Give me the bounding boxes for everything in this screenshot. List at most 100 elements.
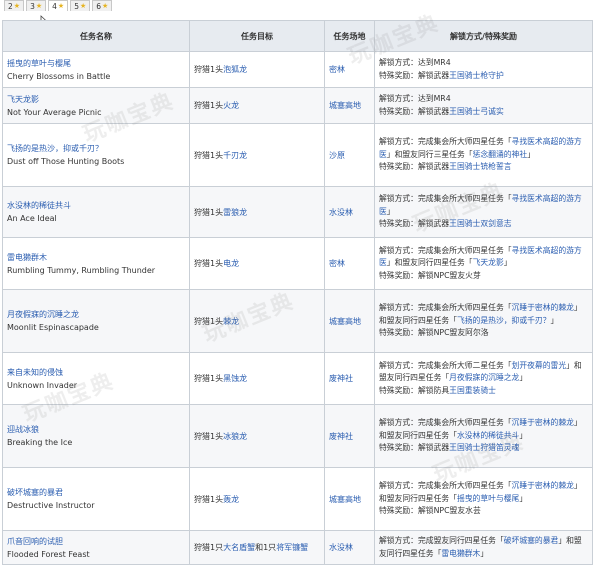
tab-4-star[interactable]: 4 ★ [48, 0, 69, 11]
star-icon: ★ [79, 1, 87, 10]
tab-label: 5 [74, 1, 79, 11]
quest-location-cell: 废神社 [324, 404, 375, 468]
quest-name-cell: 雷电獭群木 Rumbling Tummy, Rumbling Thunder [2, 237, 190, 290]
reward-link[interactable]: 王国骑士弓诚实 [449, 107, 504, 116]
unlock-reward-cell: 解锁方式：完成集会所大师四星任务「沉睡于密林的棘龙」和盟友同行四星任务「飞扬的是… [374, 289, 593, 353]
table-row: 迎战冰狼 Breaking the Ice 狩猎1头冰狼龙 废神社 解锁方式：完成集会所… [2, 404, 593, 468]
location-link[interactable]: 密林 [329, 259, 345, 268]
reward-link[interactable]: 月夜假寐的沉睡之龙 [449, 373, 519, 382]
quest-name-cn-link[interactable]: 飞天龙影 [7, 93, 185, 106]
target-text: 狩猎1头 [194, 207, 224, 217]
reward-link[interactable]: 王国骑士铳枪誓言 [449, 162, 511, 171]
quest-name-cn-link[interactable]: 破坏城塞的暴君 [7, 486, 185, 499]
monster-link[interactable]: 千刃龙 [223, 151, 247, 160]
reward-line: 解锁方式：达到MR4 [379, 57, 588, 70]
monster-link[interactable]: 泡狐龙 [223, 65, 247, 74]
reward-text: 」 [550, 315, 559, 325]
reward-line: 特殊奖励：解锁防具王国重装骑士 [379, 385, 588, 398]
reward-text: 解锁方式：达到MR4 [379, 94, 451, 103]
monster-link[interactable]: 冰狼龙 [223, 432, 247, 441]
quest-name-cn-link[interactable]: 飞扬的是热沙，抑或千刃？ [7, 142, 185, 155]
location-link[interactable]: 废神社 [329, 374, 353, 383]
tab-2-star[interactable]: 2 ★ [4, 0, 25, 11]
monster-link[interactable]: 大名盾蟹 [223, 543, 255, 552]
quest-location-cell: 沙原 [324, 123, 375, 187]
target-text: 狩猎1头 [194, 259, 224, 268]
reward-link[interactable]: 水没林的稀徒共斗 [457, 431, 519, 440]
reward-text: 特殊奖励：解锁武器 [379, 106, 450, 116]
header-quest-target: 任务目标 [189, 20, 325, 52]
reward-link[interactable]: 惩念翻涌的神社 [473, 150, 528, 159]
monster-link[interactable]: 雷狼龙 [223, 208, 247, 217]
reward-text: 」 [480, 548, 489, 558]
reward-line: 特殊奖励：解锁武器王国骑士狩猎笛灵魂 [379, 442, 588, 455]
reward-text: 解锁方式：完成集会所大师二星任务「 [379, 360, 512, 370]
unlock-reward-cell: 解锁方式：完成集会所大师二星任务「划开夜幕的雷光」和盟友同行四星任务「月夜假寐的… [374, 352, 593, 405]
monster-link[interactable]: 电龙 [223, 259, 239, 268]
target-text: 狩猎1头 [194, 431, 224, 441]
quest-name-cell: 来自未知的侵蚀 Unknown Invader [2, 352, 190, 405]
reward-text: 解锁方式：完成盟友同行四星任务「 [379, 536, 504, 545]
reward-link[interactable]: 雷电獭群木 [441, 549, 480, 558]
quest-name-cn-link[interactable]: 雷电獭群木 [7, 251, 185, 264]
reward-text: 」和盟友同行四星任务「 [386, 258, 473, 268]
location-link[interactable]: 沙原 [329, 151, 345, 160]
unlock-reward-cell: 解锁方式：完成集会所大师四星任务「寻找医术高超的游方医」和盟友同行四星任务「飞天… [374, 237, 593, 290]
tab-6-star[interactable]: 6 ★ [92, 0, 113, 11]
location-link[interactable]: 水没林 [329, 208, 353, 217]
reward-link[interactable]: 破坏城塞的暴君 [504, 536, 559, 545]
target-text: 狩猎1只 [194, 543, 224, 552]
target-text: 狩猎1头 [194, 374, 224, 383]
reward-link[interactable]: 沉睡于密林的棘龙 [512, 481, 574, 490]
reward-link[interactable]: 飞扬的是热沙，抑或千刃？ [457, 316, 551, 325]
quest-name-cn-link[interactable]: 月夜假寐的沉睡之龙 [7, 308, 185, 321]
unlock-reward-cell: 解锁方式：完成集会所大师四星任务「寻找医术高超的游方医」 特殊奖励：解锁武器王国骑… [374, 186, 593, 238]
reward-link[interactable]: 王国骑士双剑意志 [449, 219, 511, 228]
monster-link[interactable]: 火龙 [223, 101, 239, 110]
monster-link[interactable]: 将军镰蟹 [276, 543, 308, 552]
location-link[interactable]: 废神社 [329, 432, 353, 441]
reward-link[interactable]: 王国骑士枪守护 [449, 71, 504, 80]
reward-text: 解锁方式：完成集会所大师四星任务「 [379, 418, 512, 428]
quest-target-cell: 狩猎1头冰狼龙 [189, 404, 325, 468]
unlock-reward-cell: 解锁方式：完成集会所大师四星任务「沉睡于密林的棘龙」和盟友同行四星任务「水没林的… [374, 404, 593, 468]
reward-link[interactable]: 王国骑士狩猎笛灵魂 [449, 443, 519, 452]
monster-link[interactable]: 轰龙 [223, 495, 239, 504]
quest-location-cell: 废神社 [324, 352, 375, 405]
location-link[interactable]: 城塞高地 [329, 101, 361, 110]
reward-line: 特殊奖励：解锁NPC盟友火芽 [379, 270, 588, 283]
reward-text: 解锁方式：完成集会所大师四星任务「 [379, 245, 512, 255]
header-unlock-reward: 解锁方式/特殊奖励 [374, 20, 593, 52]
header-quest-location: 任务场地 [324, 20, 375, 52]
location-link[interactable]: 密林 [329, 65, 345, 74]
tab-5-star[interactable]: 5 ★ [70, 0, 91, 11]
reward-link[interactable]: 飞天龙影 [473, 258, 504, 267]
quest-location-cell: 密林 [324, 51, 375, 88]
reward-link[interactable]: 沉睡于密林的棘龙 [512, 418, 574, 427]
location-link[interactable]: 城塞高地 [329, 317, 361, 326]
monster-link[interactable]: 黑蚀龙 [223, 374, 247, 383]
reward-link[interactable]: 沉睡于密林的棘龙 [512, 303, 574, 312]
quest-name-cn-link[interactable]: 摇曳的草叶与樱尾 [7, 57, 185, 70]
quest-name-cn-link[interactable]: 水没林的稀徒共斗 [7, 199, 185, 212]
quest-name-cn-link[interactable]: 迎战冰狼 [7, 423, 185, 436]
reward-line: 解锁方式：完成集会所大师四星任务「沉睡于密林的棘龙」和盟友同行四星任务「摇曳的草… [379, 480, 588, 505]
quest-name-en: Dust off Those Hunting Boots [7, 157, 125, 166]
quest-name-en: Cherry Blossoms in Battle [7, 71, 111, 81]
reward-link[interactable]: 王国重装骑士 [449, 386, 496, 395]
reward-line: 特殊奖励：解锁武器王国骑士弓诚实 [379, 106, 588, 119]
location-link[interactable]: 城塞高地 [329, 495, 361, 504]
reward-text: 特殊奖励：解锁武器 [379, 162, 450, 172]
quest-name-cell: 水没林的稀徒共斗 An Ace Ideal [2, 186, 190, 238]
quest-name-cn-link[interactable]: 爪音回响的试胆 [7, 535, 185, 548]
quest-name-en: Unknown Invader [7, 380, 78, 390]
reward-link[interactable]: 摇曳的草叶与樱尾 [457, 494, 519, 503]
monster-link[interactable]: 棘龙 [223, 317, 239, 326]
tab-3-star[interactable]: 3 ★ [26, 0, 47, 11]
reward-link[interactable]: 划开夜幕的雷光 [512, 361, 567, 370]
reward-text: 特殊奖励：解锁武器 [379, 443, 450, 453]
quest-target-cell: 狩猎1头轰龙 [189, 467, 325, 531]
quest-name-cn-link[interactable]: 来自未知的侵蚀 [7, 366, 185, 379]
location-link[interactable]: 水没林 [329, 543, 353, 552]
reward-line: 解锁方式：完成盟友同行四星任务「破坏城塞的暴君」和盟友同行四星任务「雷电獭群木」 [379, 535, 588, 560]
